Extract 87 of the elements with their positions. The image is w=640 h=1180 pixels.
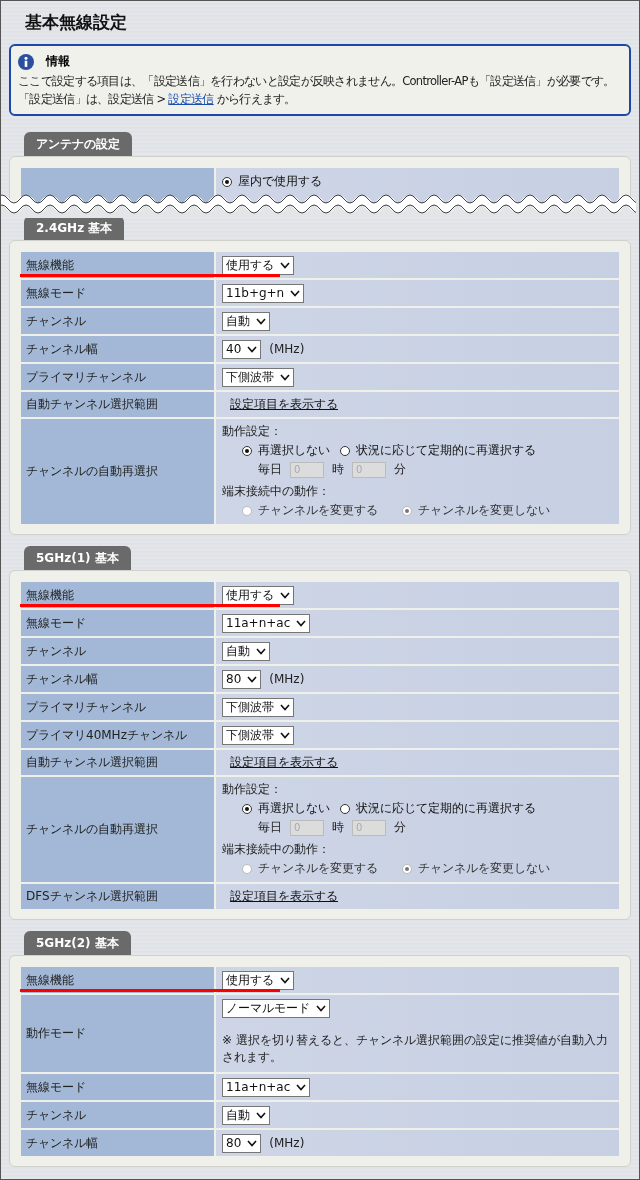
show-settings-link[interactable]: 設定項目を表示する — [230, 754, 613, 771]
label-cell: プライマリ40MHzチャンネル — [21, 722, 214, 748]
chevron-down-icon — [280, 261, 290, 269]
label-cell: チャンネル — [21, 1102, 214, 1128]
dropdown-field[interactable]: 11a+n+ac — [222, 613, 311, 633]
unit-label: (MHz) — [269, 672, 305, 686]
label-cell: 無線モード — [21, 1074, 214, 1100]
unit-label: (MHz) — [269, 342, 305, 356]
unit-label: (MHz) — [269, 1136, 305, 1150]
option-label: チャンネルを変更しない — [418, 860, 550, 877]
chevron-down-icon — [247, 1139, 258, 1147]
label-cell: 動作モード — [21, 995, 214, 1072]
label-cell: プライマリチャンネル — [21, 694, 214, 720]
daily-label: 毎日 — [258, 461, 282, 478]
show-settings-link[interactable]: 設定項目を表示する — [230, 396, 613, 413]
page-title: 基本無線設定 — [25, 11, 128, 34]
action-label: 動作設定： — [222, 423, 283, 440]
dropdown-field[interactable]: ノーマルモード — [222, 999, 330, 1018]
show-settings-link[interactable]: 設定項目を表示する — [230, 888, 613, 905]
option-label: 状況に応じて定期的に再選択する — [356, 800, 536, 817]
dropdown-field[interactable]: 11b+g+n — [222, 283, 305, 303]
dropdown-field[interactable]: 40 — [222, 339, 262, 359]
chevron-down-icon — [247, 345, 258, 353]
settings-send-link[interactable]: 設定送信 — [168, 92, 214, 106]
chevron-down-icon — [290, 289, 301, 297]
option-label: チャンネルを変更する — [258, 860, 378, 877]
option-label: チャンネルを変更する — [258, 502, 378, 519]
chevron-down-icon — [296, 619, 307, 627]
dropdown-field[interactable]: 使用する — [222, 255, 294, 275]
radio-button[interactable] — [340, 445, 350, 456]
hour-label: 時 — [332, 819, 344, 836]
label-cell: 無線モード — [21, 280, 214, 306]
connected-label: 端末接続中の動作： — [222, 483, 331, 500]
chevron-down-icon — [247, 675, 258, 683]
chevron-down-icon — [280, 591, 290, 599]
label-cell: 無線モード — [21, 610, 214, 636]
chevron-down-icon — [280, 731, 290, 739]
chevron-down-icon — [280, 976, 290, 984]
chevron-down-icon — [256, 647, 266, 655]
dropdown-field[interactable]: 11a+n+ac — [222, 1077, 311, 1097]
label-cell: DFSチャンネル選択範囲 — [21, 884, 214, 909]
minute-label: 分 — [394, 461, 406, 478]
radio-button[interactable] — [242, 803, 252, 814]
label-cell: チャンネル — [21, 308, 214, 334]
chevron-down-icon — [296, 1083, 307, 1091]
info-icon — [18, 53, 34, 70]
label-cell: チャンネルの自動再選択 — [21, 419, 214, 524]
chevron-down-icon — [256, 317, 266, 325]
chevron-down-icon — [256, 1111, 266, 1119]
label-cell: チャンネル幅 — [21, 666, 214, 692]
dropdown-field[interactable]: 80 — [222, 669, 262, 689]
note-text: ※ 選択を切り替えると、チャンネル選択範囲の設定に推奨値が自動入力されます。 — [222, 1032, 609, 1066]
dropdown-field[interactable]: 使用する — [222, 970, 294, 990]
radio-button[interactable] — [242, 445, 252, 456]
dropdown-field[interactable]: 下側波帯 — [222, 697, 294, 717]
dropdown-field[interactable]: 80 — [222, 1133, 262, 1153]
chevron-down-icon — [280, 703, 290, 711]
label-cell: 自動チャンネル選択範囲 — [21, 750, 214, 775]
option-label: 屋内で使用する — [238, 173, 322, 190]
chevron-down-icon — [280, 373, 290, 381]
minute-label: 分 — [394, 819, 406, 836]
dropdown-field[interactable]: 自動 — [222, 1105, 270, 1125]
hour-label: 時 — [332, 461, 344, 478]
option-label: 再選択しない — [258, 800, 330, 817]
dropdown-field[interactable]: 使用する — [222, 585, 294, 605]
option-label: チャンネルを変更しない — [418, 502, 550, 519]
dropdown-field[interactable]: 下側波帯 — [222, 725, 294, 745]
dropdown-field[interactable]: 自動 — [222, 311, 270, 331]
label-cell: チャンネルの自動再選択 — [21, 777, 214, 882]
label-cell: プライマリチャンネル — [21, 364, 214, 390]
info-heading: 情報 — [46, 53, 70, 70]
label-cell: チャンネル幅 — [21, 1130, 214, 1156]
option-label: 状況に応じて定期的に再選択する — [356, 442, 536, 459]
connected-label: 端末接続中の動作： — [222, 841, 331, 858]
radio-button[interactable] — [222, 176, 232, 187]
option-label: 再選択しない — [258, 442, 330, 459]
dropdown-field[interactable]: 下側波帯 — [222, 367, 294, 387]
label-cell: 自動チャンネル選択範囲 — [21, 392, 214, 417]
dropdown-field[interactable]: 自動 — [222, 641, 270, 661]
info-text: 「設定送信」は、設定送信 > 設定送信 から行えます。 — [18, 92, 296, 107]
radio-button[interactable] — [340, 803, 350, 814]
label-cell: チャンネル幅 — [21, 336, 214, 362]
action-label: 動作設定： — [222, 781, 283, 798]
daily-label: 毎日 — [258, 819, 282, 836]
info-text: ここで設定する項目は、「設定送信」を行わないと設定が反映されません。Controller-APも「設定送信」が必要です。 — [18, 74, 615, 89]
label-cell: チャンネル — [21, 638, 214, 664]
chevron-down-icon — [316, 1005, 326, 1012]
